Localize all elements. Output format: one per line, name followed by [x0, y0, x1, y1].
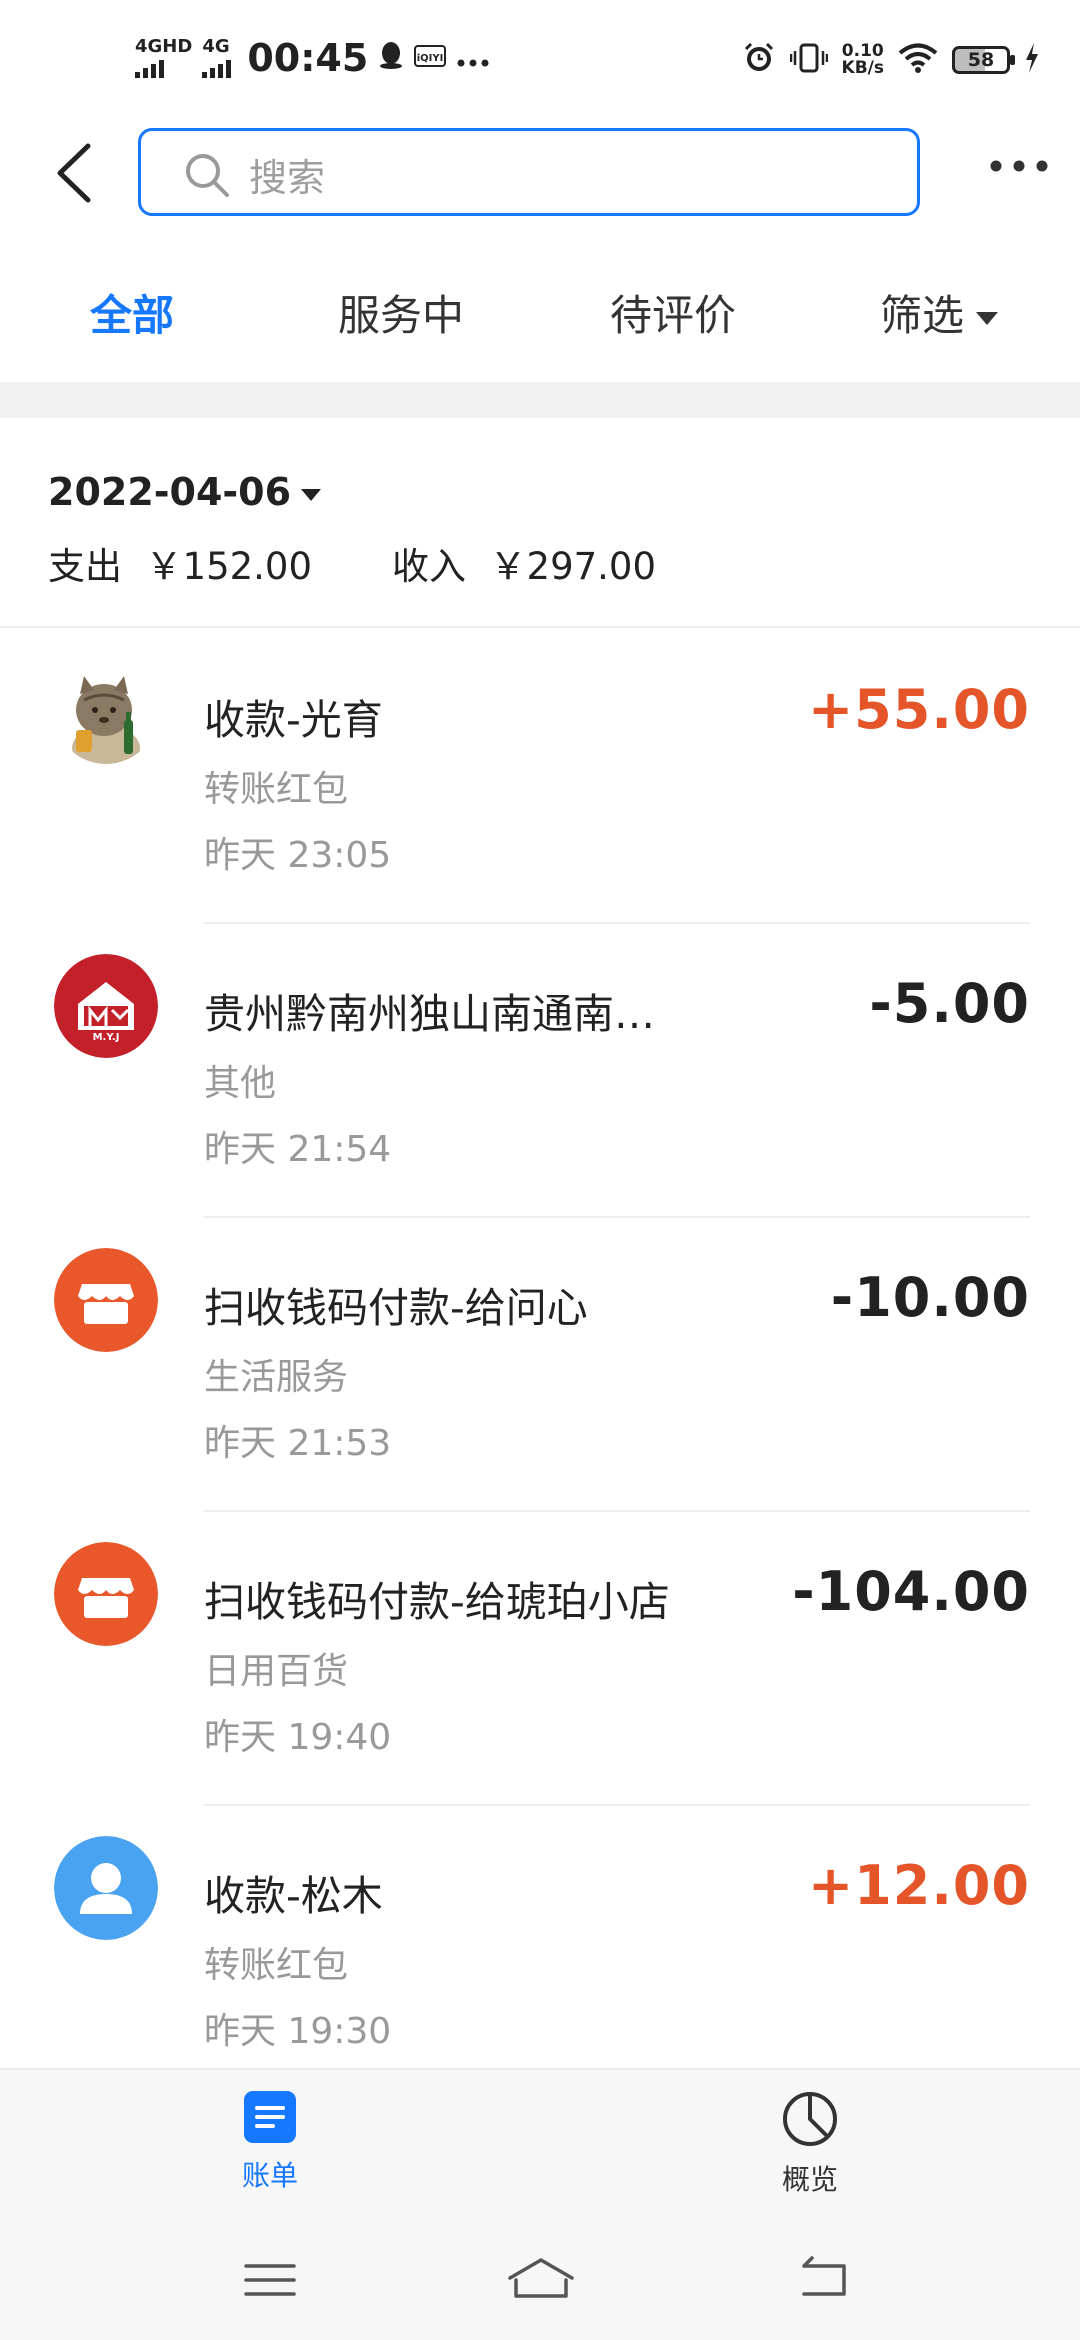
qq-icon — [378, 40, 404, 77]
transaction-amount: +55.00 — [807, 678, 1030, 741]
transaction-row[interactable]: 扫收钱码付款-给问心 生活服务 昨天 21:53 -10.00 — [0, 1218, 1080, 1512]
network-label-2: 4G — [202, 36, 230, 57]
transaction-row[interactable]: 收款-松木 转账红包 昨天 19:30 +12.00 — [0, 1806, 1080, 2100]
network-indicator-1: 4GHD — [135, 38, 192, 78]
battery-icon: 58 — [952, 46, 1015, 74]
day-summary: 2022-04-06 支出 ￥152.00 收入 ￥297.00 — [0, 418, 1080, 628]
network-indicator-2: 4G — [202, 36, 232, 78]
nav-bill[interactable]: 账单 — [170, 2090, 370, 2194]
cat-avatar — [54, 660, 158, 764]
tab-in-service[interactable]: 服务中 — [338, 282, 464, 343]
transaction-time: 昨天 19:40 — [204, 1717, 392, 1758]
transaction-title: 扫收钱码付款-给琥珀小店 — [204, 1578, 670, 1626]
section-divider — [0, 382, 1080, 418]
back-arrow-icon — [57, 143, 91, 203]
transaction-category: 生活服务 — [204, 1357, 349, 1398]
clock: 00:45 — [247, 36, 369, 80]
recent-apps-button[interactable] — [240, 2250, 300, 2310]
more-options-button[interactable] — [988, 158, 1050, 174]
shop-icon — [54, 1248, 158, 1352]
transaction-amount: -10.00 — [830, 1266, 1030, 1329]
transaction-list: 收款-光育 转账红包 昨天 23:05 +55.00 M.Y.J 贵州黔南州独山… — [0, 630, 1080, 2100]
income-label: 收入 — [392, 545, 466, 588]
date-picker[interactable]: 2022-04-06 — [48, 470, 322, 514]
user-avatar-icon — [54, 1836, 158, 1940]
totals-line: 支出 ￥152.00 收入 ￥297.00 — [48, 536, 656, 590]
transaction-amount: -104.00 — [792, 1560, 1030, 1623]
filter-tabs: 全部 服务中 待评价 筛选 — [0, 260, 1080, 370]
status-bar: 4GHD 4G 00:45 iQIYI 0.10 KB/s 58 — [0, 0, 1080, 118]
transaction-time: 昨天 19:30 — [204, 2011, 392, 2052]
more-icon — [990, 160, 1048, 172]
signal-icon — [135, 56, 164, 78]
caret-down-icon — [301, 488, 322, 501]
system-back-button[interactable] — [792, 2250, 852, 2310]
transaction-amount: -5.00 — [869, 972, 1030, 1035]
transaction-row[interactable]: M.Y.J 贵州黔南州独山南通南… 其他 昨天 21:54 -5.00 — [0, 924, 1080, 1218]
system-navigation-bar — [0, 2220, 1080, 2340]
search-placeholder: 搜索 — [249, 156, 326, 200]
transaction-title: 扫收钱码付款-给问心 — [204, 1284, 588, 1332]
bottom-navigation: 账单 概览 — [0, 2068, 1080, 2220]
transaction-amount: +12.00 — [807, 1854, 1030, 1917]
tab-all[interactable]: 全部 — [90, 282, 174, 343]
vibrate-icon — [789, 42, 828, 78]
menu-icon — [244, 2264, 296, 2296]
transaction-title: 收款-松木 — [204, 1872, 383, 1920]
home-icon — [508, 2258, 574, 2298]
myj-store-logo: M.Y.J — [54, 954, 158, 1058]
bill-icon — [244, 2091, 296, 2143]
network-speed: 0.10 KB/s — [842, 43, 884, 77]
income-value: ￥297.00 — [489, 545, 656, 588]
myj-logo-text: M.Y.J — [93, 1032, 120, 1043]
charging-icon — [1024, 42, 1040, 78]
shop-icon — [54, 1542, 158, 1646]
header: 搜索 — [0, 118, 1080, 228]
pie-chart-icon — [783, 2092, 837, 2146]
tab-filter[interactable]: 筛选 — [880, 282, 999, 343]
signal-icon — [202, 56, 232, 78]
alarm-icon — [742, 41, 776, 79]
search-icon — [186, 154, 229, 197]
back-button[interactable] — [50, 138, 100, 208]
expense-label: 支出 — [48, 545, 122, 588]
transaction-category: 转账红包 — [204, 769, 349, 810]
transaction-row[interactable]: 收款-光育 转账红包 昨天 23:05 +55.00 — [0, 630, 1080, 924]
network-label-1: 4GHD — [135, 36, 193, 57]
svg-text:iQIYI: iQIYI — [417, 53, 444, 64]
tab-to-review[interactable]: 待评价 — [610, 282, 736, 343]
iqiyi-icon: iQIYI — [414, 42, 447, 75]
return-icon — [802, 2256, 846, 2296]
expense-value: ￥152.00 — [145, 545, 312, 588]
transaction-category: 其他 — [204, 1063, 277, 1104]
transaction-time: 昨天 21:54 — [204, 1129, 392, 1170]
wifi-icon — [898, 42, 938, 78]
speed-unit: KB/s — [841, 58, 884, 78]
tab-filter-label: 筛选 — [880, 291, 965, 340]
transaction-category: 转账红包 — [204, 1945, 349, 1986]
battery-level: 58 — [967, 49, 995, 71]
search-input[interactable]: 搜索 — [138, 128, 920, 216]
transaction-category: 日用百货 — [204, 1651, 349, 1692]
nav-overview-label: 概览 — [781, 2163, 838, 2196]
nav-overview[interactable]: 概览 — [710, 2090, 910, 2198]
nav-bill-label: 账单 — [241, 2159, 298, 2192]
transaction-time: 昨天 21:53 — [204, 1423, 392, 1464]
transaction-time: 昨天 23:05 — [204, 835, 392, 876]
transaction-title: 收款-光育 — [204, 696, 383, 744]
transaction-row[interactable]: 扫收钱码付款-给琥珀小店 日用百货 昨天 19:40 -104.00 — [0, 1512, 1080, 1806]
date-label: 2022-04-06 — [48, 470, 292, 514]
caret-down-icon — [976, 312, 999, 325]
home-button[interactable] — [506, 2250, 574, 2310]
transaction-title: 贵州黔南州独山南通南… — [204, 990, 655, 1038]
more-notifications-icon — [456, 42, 490, 75]
